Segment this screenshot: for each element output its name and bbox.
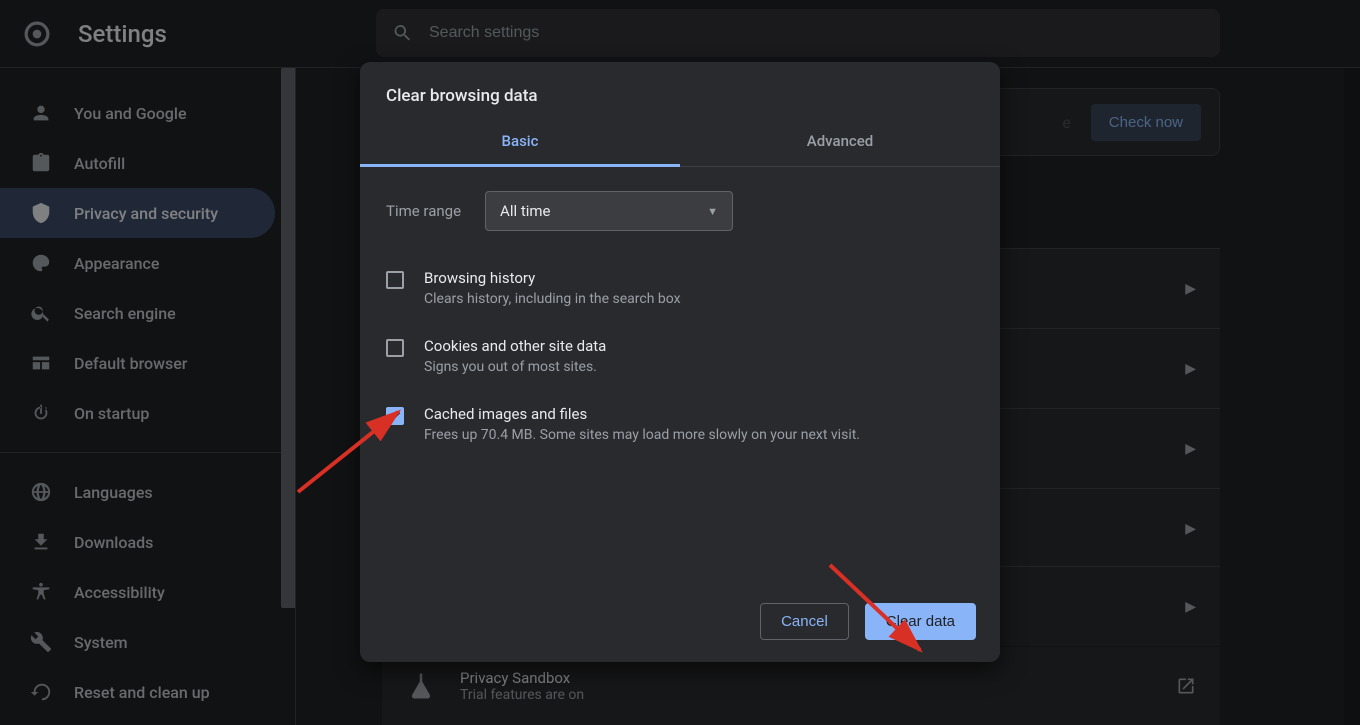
shield-icon [30, 202, 52, 224]
checkbox-cached[interactable] [386, 407, 404, 425]
sidebar-item-autofill[interactable]: Autofill [0, 138, 275, 188]
sidebar-item-label: Autofill [74, 154, 125, 173]
checkbox-cookies[interactable] [386, 339, 404, 357]
search-input[interactable] [429, 24, 1204, 42]
checkbox-browsing-history[interactable] [386, 271, 404, 289]
sidebar-item-languages[interactable]: Languages [0, 467, 275, 517]
check-now-button[interactable]: Check now [1091, 104, 1201, 141]
sidebar-item-appearance[interactable]: Appearance [0, 238, 275, 288]
scrollbar-thumb[interactable] [281, 68, 296, 608]
app-title: Settings [78, 20, 167, 48]
sidebar-item-label: Default browser [74, 354, 187, 373]
sidebar-item-label: Languages [74, 483, 153, 502]
restore-icon [30, 681, 52, 703]
sidebar-scrollbar[interactable] [281, 68, 296, 725]
sidebar-item-label: Privacy and security [74, 204, 218, 223]
option-cached[interactable]: Cached images and files Frees up 70.4 MB… [386, 395, 974, 463]
cancel-button[interactable]: Cancel [760, 603, 849, 640]
chevron-right-icon: ▶ [1185, 281, 1196, 297]
accessibility-icon [30, 581, 52, 603]
setting-subtitle: Trial features are on [460, 687, 584, 703]
dialog-title: Clear browsing data [360, 62, 1000, 120]
option-title: Cookies and other site data [424, 337, 606, 355]
clear-browsing-data-dialog: Clear browsing data Basic Advanced Time … [360, 62, 1000, 662]
clear-data-button[interactable]: Clear data [865, 603, 976, 640]
sidebar-item-system[interactable]: System [0, 617, 275, 667]
wrench-icon [30, 631, 52, 653]
sidebar-item-accessibility[interactable]: Accessibility [0, 567, 275, 617]
safety-check-text: e [1062, 113, 1070, 132]
download-icon [30, 531, 52, 553]
option-subtitle: Frees up 70.4 MB. Some sites may load mo… [424, 427, 860, 443]
open-in-new-icon [1176, 676, 1196, 696]
palette-icon [30, 252, 52, 274]
flask-icon [406, 671, 436, 701]
option-title: Cached images and files [424, 405, 860, 423]
option-browsing-history[interactable]: Browsing history Clears history, includi… [386, 259, 974, 327]
dropdown-arrow-icon: ▼ [707, 205, 718, 218]
time-range-value: All time [500, 202, 550, 220]
sidebar: You and Google Autofill Privacy and secu… [0, 68, 296, 725]
person-icon [30, 102, 52, 124]
sidebar-item-reset[interactable]: Reset and clean up [0, 667, 275, 717]
chevron-right-icon: ▶ [1185, 521, 1196, 537]
option-cookies[interactable]: Cookies and other site data Signs you ou… [386, 327, 974, 395]
time-range-label: Time range [386, 202, 461, 220]
window-icon [30, 352, 52, 374]
option-title: Browsing history [424, 269, 681, 287]
sidebar-item-you-and-google[interactable]: You and Google [0, 88, 275, 138]
clipboard-icon [30, 152, 52, 174]
chevron-right-icon: ▶ [1185, 441, 1196, 457]
sidebar-item-privacy-and-security[interactable]: Privacy and security [0, 188, 275, 238]
chevron-right-icon: ▶ [1185, 599, 1196, 615]
sidebar-item-on-startup[interactable]: On startup [0, 388, 275, 438]
sidebar-item-default-browser[interactable]: Default browser [0, 338, 275, 388]
topbar: Settings [0, 0, 1360, 68]
chevron-right-icon: ▶ [1185, 361, 1196, 377]
search-small-icon [30, 302, 52, 324]
time-range-select[interactable]: All time ▼ [485, 191, 733, 231]
globe-icon [30, 481, 52, 503]
search-box[interactable] [376, 9, 1220, 57]
dialog-tabs: Basic Advanced [360, 120, 1000, 167]
divider [0, 452, 295, 453]
tab-advanced[interactable]: Advanced [680, 120, 1000, 167]
sidebar-item-label: Accessibility [74, 583, 165, 602]
power-icon [30, 402, 52, 424]
tab-basic[interactable]: Basic [360, 120, 680, 167]
chrome-logo-icon [24, 21, 50, 47]
time-range-row: Time range All time ▼ [386, 191, 974, 231]
sidebar-item-label: You and Google [74, 104, 187, 123]
option-subtitle: Signs you out of most sites. [424, 359, 606, 375]
sidebar-item-downloads[interactable]: Downloads [0, 517, 275, 567]
option-subtitle: Clears history, including in the search … [424, 291, 681, 307]
sidebar-item-label: Search engine [74, 304, 176, 323]
sidebar-item-label: Appearance [74, 254, 159, 273]
sidebar-item-search-engine[interactable]: Search engine [0, 288, 275, 338]
sidebar-item-label: Reset and clean up [74, 683, 210, 702]
setting-title: Privacy Sandbox [460, 669, 584, 687]
sidebar-item-label: System [74, 633, 128, 652]
sidebar-item-label: Downloads [74, 533, 153, 552]
main-scrollbar[interactable] [1344, 68, 1360, 725]
sidebar-item-label: On startup [74, 404, 149, 423]
search-icon [392, 22, 413, 44]
